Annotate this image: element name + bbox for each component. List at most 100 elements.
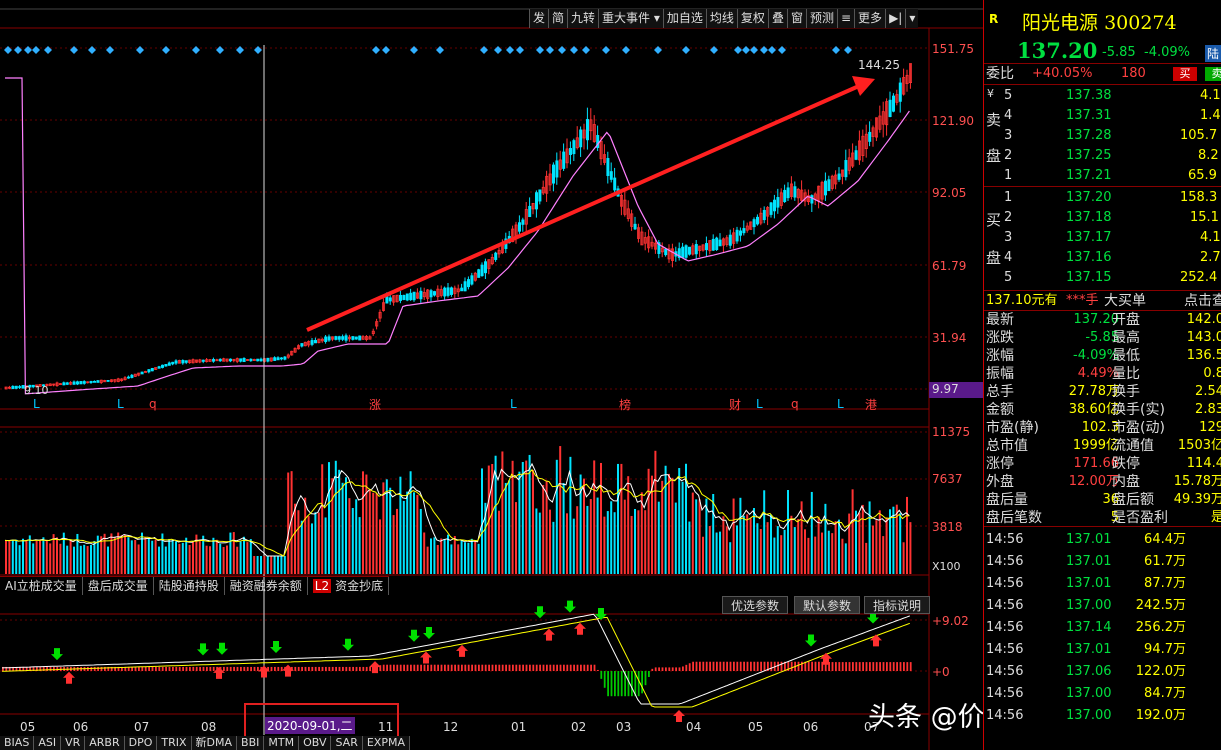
info-diamond[interactable] <box>742 46 750 54</box>
info-diamond[interactable] <box>622 46 630 54</box>
tab-sar[interactable]: SAR <box>331 736 363 750</box>
toolbar-btn-6[interactable]: 复权 <box>736 9 768 28</box>
optimized-params-button[interactable]: 优选参数 <box>722 596 789 614</box>
big-order-link[interactable]: 点击查看 <box>1184 291 1221 311</box>
info-diamond[interactable] <box>372 46 380 54</box>
info-diamond[interactable] <box>570 46 578 54</box>
event-marker[interactable]: 榜 <box>619 396 631 413</box>
toolbar-btn-11[interactable]: 更多 <box>854 9 886 28</box>
event-marker[interactable]: L <box>510 397 517 411</box>
toolbar-btn-0[interactable]: 发 <box>529 9 549 28</box>
buy-button[interactable]: 买 <box>1173 67 1197 81</box>
tab-expma[interactable]: EXPMA <box>362 736 410 750</box>
info-diamond[interactable] <box>750 46 758 54</box>
info-diamond[interactable] <box>4 46 12 54</box>
event-marker[interactable]: 港 <box>865 396 877 413</box>
info-diamond[interactable] <box>162 46 170 54</box>
info-diamond[interactable] <box>710 46 718 54</box>
info-diamond[interactable] <box>778 46 786 54</box>
info-diamond[interactable] <box>734 46 742 54</box>
info-diamond[interactable] <box>216 46 224 54</box>
sell-button[interactable]: 卖 <box>1205 67 1221 81</box>
info-diamond[interactable] <box>106 46 114 54</box>
info-diamond[interactable] <box>480 46 488 54</box>
event-marker[interactable]: q <box>791 397 799 411</box>
toolbar-btn-4[interactable]: 加自选 <box>662 9 706 28</box>
tab-bbi[interactable]: BBI <box>237 736 265 750</box>
info-diamond[interactable] <box>192 46 200 54</box>
info-diamond[interactable] <box>654 46 662 54</box>
toolbar-btn-8[interactable]: 窗 <box>786 9 806 28</box>
bid-row[interactable]: 5 137.15 252.4 <box>984 268 1221 288</box>
tab-dpo[interactable]: DPO <box>124 736 158 750</box>
bid-row[interactable]: 2 137.18 15.1 <box>984 208 1221 228</box>
ask-row[interactable]: 5137.384.17 <box>984 86 1221 106</box>
toolbar-btn-3[interactable]: 重大事件 ▾ <box>598 9 663 28</box>
toolbar-btn-2[interactable]: 九转 <box>567 9 599 28</box>
info-diamond[interactable] <box>844 46 852 54</box>
info-diamond[interactable] <box>582 46 590 54</box>
indicator-help-button[interactable]: 指标说明 <box>864 596 931 614</box>
info-diamond[interactable] <box>24 46 32 54</box>
info-diamond[interactable] <box>516 46 524 54</box>
tab-asi[interactable]: ASI <box>34 736 62 750</box>
tab-margin-balance[interactable]: 融资融券余额 <box>225 577 308 595</box>
tab-vr[interactable]: VR <box>61 736 86 750</box>
event-marker[interactable]: L <box>117 397 124 411</box>
event-marker[interactable]: L <box>33 397 40 411</box>
toolbar-btn-9[interactable]: 预测 <box>805 9 837 28</box>
default-params-button[interactable]: 默认参数 <box>794 596 861 614</box>
toolbar-btn-5[interactable]: 均线 <box>705 9 737 28</box>
info-diamond[interactable] <box>506 46 514 54</box>
info-diamond[interactable] <box>32 46 40 54</box>
toolbar-btn-10[interactable]: ≡ <box>836 9 855 28</box>
tab-obv[interactable]: OBV <box>299 736 332 750</box>
info-diamond[interactable] <box>382 46 390 54</box>
info-diamond[interactable] <box>44 46 52 54</box>
info-diamond[interactable] <box>760 46 768 54</box>
event-marker[interactable]: L <box>837 397 844 411</box>
tab-new-dma[interactable]: 新DMA <box>191 736 238 750</box>
info-diamond[interactable] <box>88 46 96 54</box>
event-marker[interactable]: q <box>149 397 157 411</box>
info-diamond[interactable] <box>768 46 776 54</box>
event-marker[interactable]: 财 <box>729 396 741 413</box>
tab-ai-volume[interactable]: AI立桩成交量 <box>0 577 83 595</box>
bid-row[interactable]: 3 137.17 4.1 <box>984 228 1221 248</box>
info-diamond[interactable] <box>494 46 502 54</box>
info-diamond[interactable] <box>70 46 78 54</box>
big-order-row[interactable]: 137.10元有 ***手 大买单 点击查看 <box>984 290 1221 310</box>
bid-row[interactable]: 1 137.20 158.3 <box>984 188 1221 208</box>
tab-fund-bottom[interactable]: L2 资金抄底 <box>308 577 390 595</box>
event-marker[interactable]: L <box>756 397 763 411</box>
toolbar-btn-7[interactable]: 叠 <box>767 9 787 28</box>
ask-row[interactable]: 3 137.28 105.7 <box>984 126 1221 146</box>
info-diamond[interactable] <box>558 46 566 54</box>
tab-arbr[interactable]: ARBR <box>85 736 125 750</box>
info-diamond[interactable] <box>136 46 144 54</box>
tab-trix[interactable]: TRIX <box>157 736 192 750</box>
toolbar-btn-12[interactable]: ▶| <box>885 9 906 28</box>
tab-mtm[interactable]: MTM <box>264 736 300 750</box>
info-diamond[interactable] <box>602 46 610 54</box>
toolbar-btn-13[interactable]: ▾ <box>905 9 919 28</box>
info-diamond[interactable] <box>410 46 418 54</box>
info-diamond[interactable] <box>14 46 22 54</box>
info-diamond[interactable] <box>832 46 840 54</box>
info-diamond[interactable] <box>236 46 244 54</box>
bid-row[interactable]: 4 137.16 2.7 <box>984 248 1221 268</box>
ask-row[interactable]: 2 137.25 8.2 <box>984 146 1221 166</box>
toolbar-btn-1[interactable]: 简 <box>548 9 568 28</box>
event-marker[interactable]: 涨 <box>369 396 381 413</box>
info-diamond[interactable] <box>436 46 444 54</box>
info-diamond[interactable] <box>546 46 554 54</box>
info-diamond[interactable] <box>682 46 690 54</box>
ask-row[interactable]: 4137.311.47 <box>984 106 1221 126</box>
tab-bias[interactable]: BIAS <box>0 736 35 750</box>
info-diamond[interactable] <box>536 46 544 54</box>
ask-row[interactable]: 1 137.21 65.9 <box>984 166 1221 186</box>
info-diamond[interactable] <box>254 46 262 54</box>
tab-northbound-holdings[interactable]: 陆股通持股 <box>154 577 225 595</box>
tab-after-hours-volume[interactable]: 盘后成交量 <box>83 577 154 595</box>
kline-chart-area[interactable] <box>0 0 983 750</box>
